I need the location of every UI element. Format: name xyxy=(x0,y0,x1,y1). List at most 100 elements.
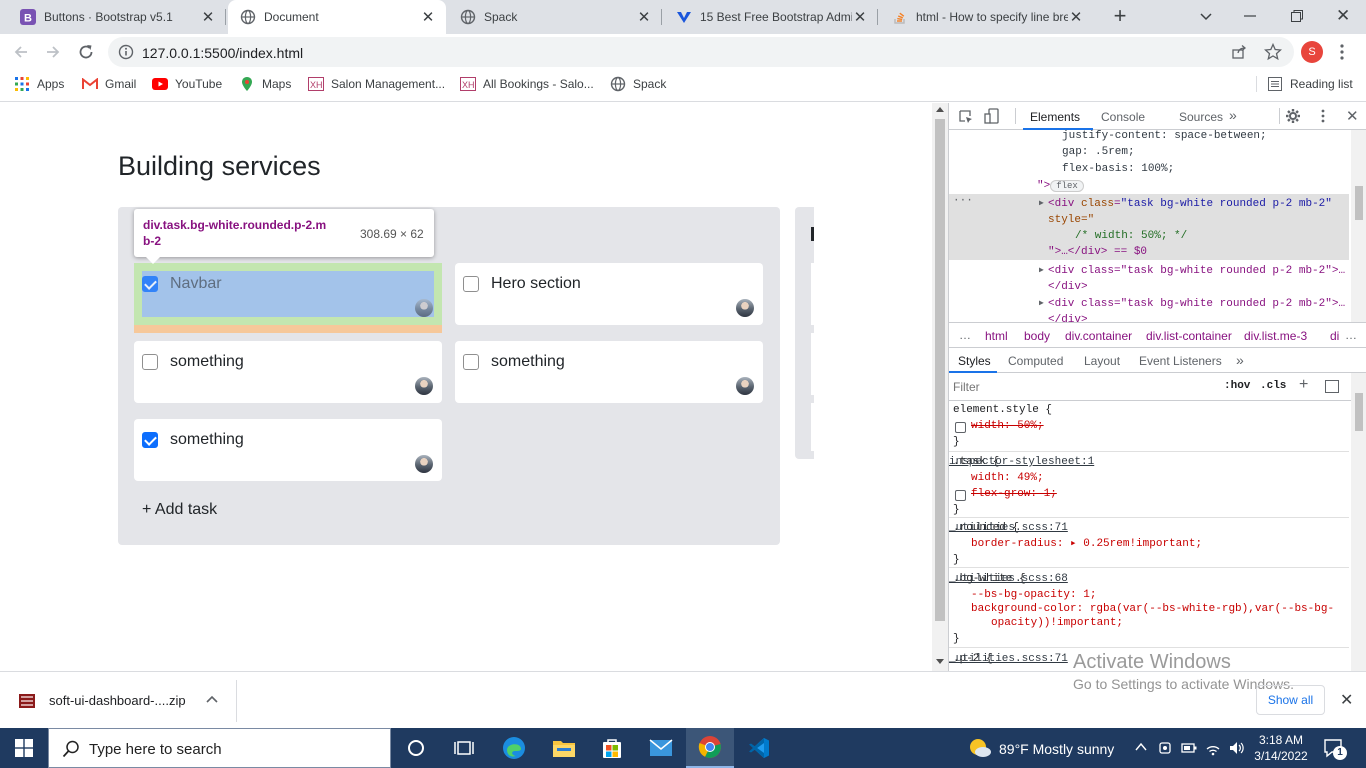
rule-source-link[interactable]: _utilities.scss:68 xyxy=(949,571,1345,587)
windows-start-icon[interactable] xyxy=(0,728,48,768)
task-checkbox[interactable] xyxy=(463,276,479,292)
css-property[interactable]: width: 49%; xyxy=(971,470,1044,486)
task-card[interactable]: Hero section xyxy=(455,263,763,325)
edge-icon[interactable] xyxy=(490,728,538,768)
reading-list-button[interactable]: Reading list xyxy=(1267,70,1353,98)
close-download-bar-icon[interactable]: ✕ xyxy=(1340,690,1353,710)
tab-computed[interactable]: Computed xyxy=(1008,354,1063,368)
close-icon[interactable]: ✕ xyxy=(1068,9,1084,26)
site-info-icon[interactable] xyxy=(118,44,134,63)
styles-scrollbar[interactable] xyxy=(1351,373,1366,671)
expand-arrow-icon[interactable]: ▶ xyxy=(1039,263,1044,279)
meet-now-icon[interactable] xyxy=(1157,740,1173,759)
forward-icon[interactable] xyxy=(44,43,62,64)
back-icon[interactable] xyxy=(12,43,30,64)
chevron-up-icon[interactable] xyxy=(205,692,219,709)
task-card[interactable]: Navbar xyxy=(134,263,442,325)
chrome-icon[interactable] xyxy=(686,728,734,768)
show-all-button[interactable]: Show all xyxy=(1256,685,1325,715)
chevron-up-icon[interactable] xyxy=(1134,740,1148,757)
hov-toggle[interactable]: :hov xyxy=(1224,380,1250,392)
avatar[interactable] xyxy=(415,299,433,317)
tab-document[interactable]: Document ✕ xyxy=(228,0,446,34)
breadcrumb-item[interactable]: div.list-container xyxy=(1146,329,1232,343)
task-view-icon[interactable] xyxy=(440,728,488,768)
dom-scrollbar[interactable] xyxy=(1351,130,1366,322)
breadcrumb-overflow[interactable]: … xyxy=(1345,328,1357,342)
breadcrumb-item[interactable]: html xyxy=(985,329,1008,343)
tab-spack[interactable]: Spack ✕ xyxy=(448,0,662,34)
settings-gear-icon[interactable] xyxy=(1285,108,1301,127)
page-scrollbar-thumb[interactable] xyxy=(935,119,945,621)
tab-admin-templates[interactable]: 15 Best Free Bootstrap Admi ✕ xyxy=(664,0,878,34)
breadcrumb-overflow[interactable]: … xyxy=(959,328,971,342)
task-card[interactable]: something xyxy=(455,341,763,403)
tab-layout[interactable]: Layout xyxy=(1084,354,1120,368)
volume-icon[interactable] xyxy=(1229,740,1245,759)
new-tab-button[interactable]: + xyxy=(1108,5,1132,29)
download-filename[interactable]: soft-ui-dashboard-....zip xyxy=(49,693,186,708)
battery-icon[interactable] xyxy=(1181,740,1197,759)
toggle-sidebar-icon[interactable] xyxy=(1325,380,1339,393)
bookmark-apps[interactable]: Apps xyxy=(14,70,64,98)
avatar[interactable] xyxy=(736,377,754,395)
selected-dom-node[interactable]: ··· ▶ <div class="task bg-white rounded … xyxy=(949,194,1349,260)
task-checkbox[interactable] xyxy=(142,276,158,292)
wifi-icon[interactable] xyxy=(1205,740,1221,759)
restore-icon[interactable] xyxy=(1289,8,1305,24)
scroll-down-icon[interactable] xyxy=(936,659,944,664)
flex-badge[interactable]: flex xyxy=(1050,180,1084,192)
vscode-icon[interactable] xyxy=(735,728,783,768)
bookmark-maps[interactable]: Maps xyxy=(239,70,291,98)
add-task-button[interactable]: + Add task xyxy=(142,501,217,519)
more-tabs-icon[interactable]: » xyxy=(1236,352,1244,368)
notification-count-badge[interactable]: 1 xyxy=(1333,746,1347,760)
scroll-up-icon[interactable] xyxy=(936,107,944,112)
cortana-icon[interactable] xyxy=(392,728,440,768)
bookmark-all-bookings[interactable]: XH All Bookings - Salo... xyxy=(460,70,594,98)
bookmark-gmail[interactable]: Gmail xyxy=(82,70,136,98)
breadcrumb-item[interactable]: div.container xyxy=(1065,329,1132,343)
close-devtools-icon[interactable]: ✕ xyxy=(1346,107,1359,125)
rule-source-link[interactable]: inspector-stylesheet:1 xyxy=(949,454,1345,470)
profile-avatar[interactable]: S xyxy=(1301,41,1323,63)
cls-toggle[interactable]: .cls xyxy=(1260,380,1286,392)
dom-scrollbar-thumb[interactable] xyxy=(1355,186,1363,220)
css-property[interactable]: border-radius: ▸ 0.25rem!important; xyxy=(971,536,1202,552)
close-window-icon[interactable]: ✕ xyxy=(1336,6,1352,25)
new-style-rule-icon[interactable]: + xyxy=(1299,376,1308,394)
task-card[interactable]: something xyxy=(134,419,442,481)
avatar[interactable] xyxy=(415,377,433,395)
task-card[interactable]: something xyxy=(134,341,442,403)
close-icon[interactable]: ✕ xyxy=(852,9,868,26)
task-checkbox[interactable] xyxy=(463,354,479,370)
rule-selector[interactable]: element.style { xyxy=(953,402,1052,418)
close-icon[interactable]: ✕ xyxy=(636,9,652,26)
address-bar[interactable]: 127.0.0.1:5500/index.html xyxy=(108,37,1294,67)
more-tabs-icon[interactable]: » xyxy=(1229,107,1237,123)
dom-node[interactable]: <div class="task bg-white rounded p-2 mb… xyxy=(1048,263,1345,279)
minimize-icon[interactable] xyxy=(1242,8,1258,24)
tab-console[interactable]: Console xyxy=(1101,110,1145,124)
close-icon[interactable]: ✕ xyxy=(420,9,436,26)
breadcrumb-item[interactable]: body xyxy=(1024,329,1050,343)
clock[interactable]: 3:18 AM 3/14/2022 xyxy=(1253,732,1309,764)
inspect-element-icon[interactable] xyxy=(958,109,974,128)
expand-arrow-icon[interactable]: ▶ xyxy=(1039,296,1044,312)
tab-elements[interactable]: Elements xyxy=(1023,103,1093,130)
reload-icon[interactable] xyxy=(77,43,95,64)
microsoft-store-icon[interactable] xyxy=(588,728,636,768)
breadcrumb-item[interactable]: div.list.me-3 xyxy=(1244,329,1307,343)
css-property[interactable]: width: 50%; xyxy=(971,418,1044,434)
share-icon[interactable] xyxy=(1231,44,1247,63)
bookmark-youtube[interactable]: YouTube xyxy=(152,70,222,98)
tab-sources[interactable]: Sources xyxy=(1179,110,1223,124)
tab-search-icon[interactable] xyxy=(1196,6,1216,26)
taskbar-search-box[interactable]: Type here to search xyxy=(48,728,391,768)
node-actions-icon[interactable]: ··· xyxy=(953,193,973,209)
device-toolbar-icon[interactable] xyxy=(984,108,1000,127)
task-checkbox[interactable] xyxy=(142,432,158,448)
file-explorer-icon[interactable] xyxy=(540,728,588,768)
bookmark-star-icon[interactable] xyxy=(1263,42,1283,64)
avatar[interactable] xyxy=(736,299,754,317)
